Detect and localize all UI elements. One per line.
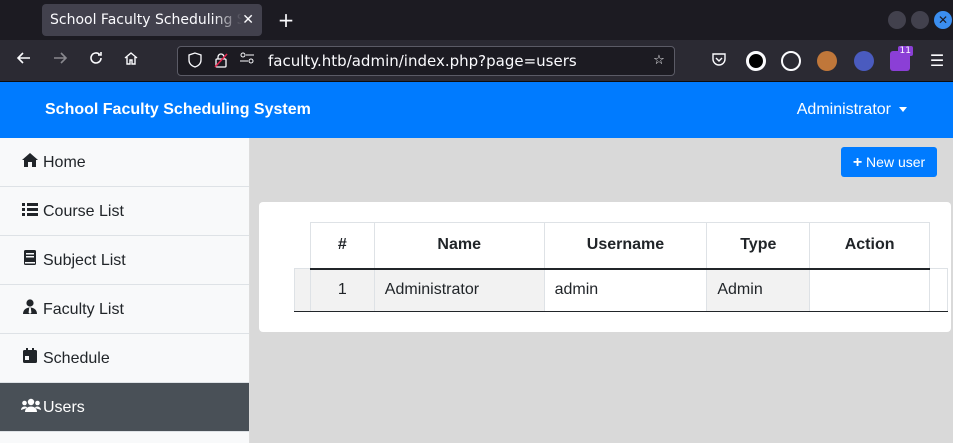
tab-title: School Faculty Scheduling System	[50, 12, 242, 28]
forward-arrow-icon[interactable]	[48, 49, 72, 73]
user-tie-icon	[21, 285, 39, 334]
user-menu-dropdown[interactable]: Administrator	[797, 82, 907, 138]
browser-nav-bar: faculty.htb/admin/index.php?page=users ☆…	[0, 40, 953, 82]
home-icon	[21, 138, 39, 187]
table-row-spacer	[929, 268, 948, 312]
table-header-spacer	[929, 222, 948, 269]
app-header: School Faculty Scheduling System Adminis…	[0, 82, 953, 138]
user-menu-label: Administrator	[796, 101, 891, 118]
extension-badge-count: 11	[897, 46, 913, 56]
column-header-action: Action	[809, 222, 931, 270]
chevron-down-icon	[899, 107, 907, 113]
cell-number: 1	[309, 268, 375, 312]
insecure-lock-icon[interactable]	[212, 52, 230, 70]
book-icon	[21, 236, 39, 285]
sidebar-item-subject-list[interactable]: Subject List	[0, 236, 249, 285]
users-card: # Name Username Type Action 1 Administra…	[259, 202, 951, 332]
cell-type: Admin	[706, 268, 811, 312]
sidebar-item-label: Subject List	[43, 252, 126, 269]
column-header-number: #	[309, 222, 375, 270]
sidebar-item-label: Course List	[43, 203, 124, 220]
sidebar-item-course-list[interactable]: Course List	[0, 187, 249, 236]
column-header-type: Type	[706, 222, 811, 270]
sidebar: Home Course List Subject List Faculty Li…	[0, 138, 250, 443]
sidebar-item-label: Schedule	[43, 350, 110, 367]
column-header-name: Name	[373, 222, 545, 270]
table-header-spacer	[295, 223, 311, 269]
sidebar-item-users[interactable]: Users	[0, 383, 249, 432]
maximize-window-button[interactable]	[911, 11, 929, 29]
wappalyzer-icon[interactable]	[854, 51, 874, 71]
address-bar[interactable]: faculty.htb/admin/index.php?page=users ☆	[177, 46, 675, 76]
cookie-icon[interactable]	[781, 51, 801, 71]
new-tab-icon[interactable]: +	[274, 6, 298, 34]
close-tab-icon[interactable]: ✕	[242, 4, 254, 36]
table-bottom-border	[294, 311, 948, 312]
pocket-icon[interactable]	[707, 49, 731, 73]
cell-username: admin	[543, 268, 708, 312]
sidebar-item-schedule[interactable]: Schedule	[0, 334, 249, 383]
column-header-username: Username	[543, 222, 708, 270]
users-icon	[21, 383, 41, 432]
list-icon	[21, 187, 39, 236]
new-user-button[interactable]: + New user	[841, 147, 937, 177]
cell-action	[809, 268, 931, 312]
table-row: 1 Administrator admin Admin	[294, 268, 948, 312]
home-page-icon[interactable]	[119, 49, 143, 73]
new-user-label: New user	[866, 154, 926, 170]
hamburger-menu-icon[interactable]: ☰	[925, 49, 949, 73]
table-row-spacer	[294, 268, 311, 312]
reload-icon[interactable]	[84, 49, 108, 73]
minimize-window-button[interactable]	[888, 11, 906, 29]
shield-icon[interactable]	[186, 52, 204, 70]
close-window-button[interactable]: ✕	[934, 11, 952, 29]
users-table: # Name Username Type Action 1 Administra…	[294, 222, 948, 312]
extension-badge-icon[interactable]: 11	[890, 46, 913, 71]
browser-tab-bar: School Faculty Scheduling System ✕ + ✕	[0, 0, 953, 40]
cell-name: Administrator	[373, 268, 545, 312]
sidebar-item-home[interactable]: Home	[0, 138, 249, 187]
calendar-icon	[21, 334, 39, 383]
permissions-icon[interactable]	[238, 52, 256, 70]
browser-tab[interactable]: School Faculty Scheduling System ✕	[42, 4, 262, 36]
cookie-editor-icon[interactable]	[817, 51, 837, 71]
bookmark-star-icon[interactable]: ☆	[650, 52, 668, 70]
sidebar-item-label: Faculty List	[43, 301, 124, 318]
back-arrow-icon[interactable]	[12, 49, 36, 73]
extension-circle-icon[interactable]	[746, 51, 766, 71]
url-text: faculty.htb/admin/index.php?page=users	[268, 52, 577, 70]
table-header-row: # Name Username Type Action	[295, 222, 948, 270]
plus-icon: +	[852, 154, 863, 171]
sidebar-item-label: Home	[43, 154, 86, 171]
sidebar-item-label: Users	[43, 399, 85, 416]
brand-title: School Faculty Scheduling System	[45, 101, 311, 118]
sidebar-item-faculty-list[interactable]: Faculty List	[0, 285, 249, 334]
